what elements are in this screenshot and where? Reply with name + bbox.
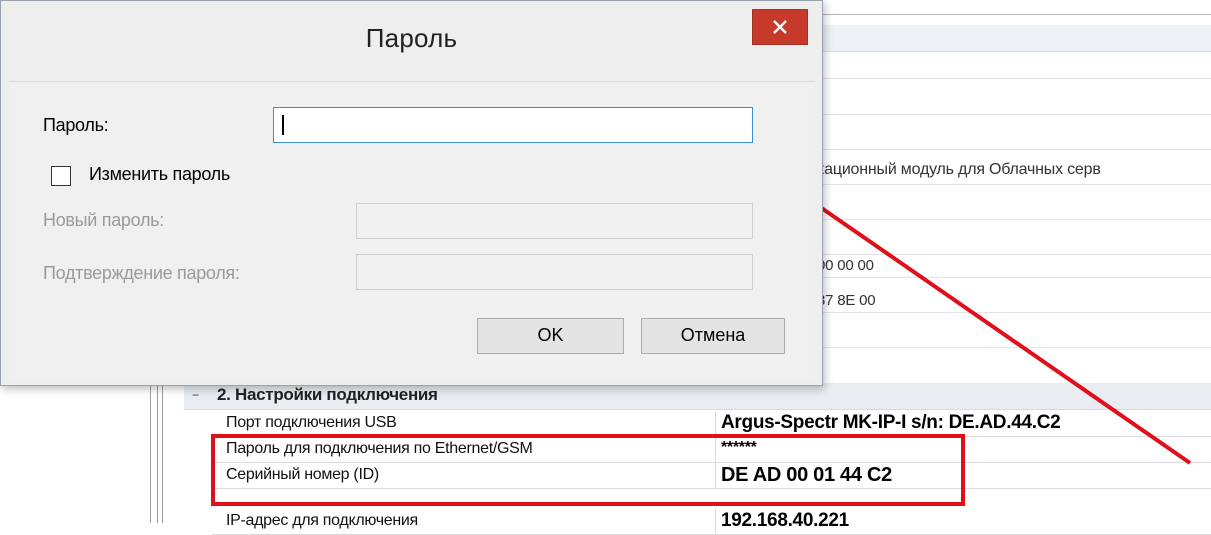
- confirm-password-input[interactable]: [356, 254, 753, 290]
- change-password-label[interactable]: Изменить пароль: [89, 164, 230, 185]
- confirm-password-label: Подтверждение пароля:: [43, 263, 240, 283]
- cancel-button[interactable]: Отмена: [641, 318, 785, 354]
- ok-button[interactable]: OK: [477, 318, 624, 354]
- new-password-label: Новый пароль:: [43, 210, 164, 230]
- new-password-input[interactable]: [356, 203, 753, 239]
- text-caret: [282, 115, 284, 135]
- dialog-body: Пароль: Изменить пароль Новый пароль: По…: [9, 81, 815, 380]
- close-icon: [773, 20, 787, 34]
- password-label: Пароль:: [43, 115, 109, 135]
- change-password-checkbox[interactable]: [51, 166, 71, 186]
- password-dialog: Пароль Пароль: Изменить пароль Новый пар…: [0, 0, 823, 386]
- password-input[interactable]: [273, 107, 753, 143]
- dialog-titlebar[interactable]: Пароль: [1, 1, 822, 79]
- dialog-title: Пароль: [365, 23, 458, 53]
- close-button[interactable]: [752, 9, 808, 45]
